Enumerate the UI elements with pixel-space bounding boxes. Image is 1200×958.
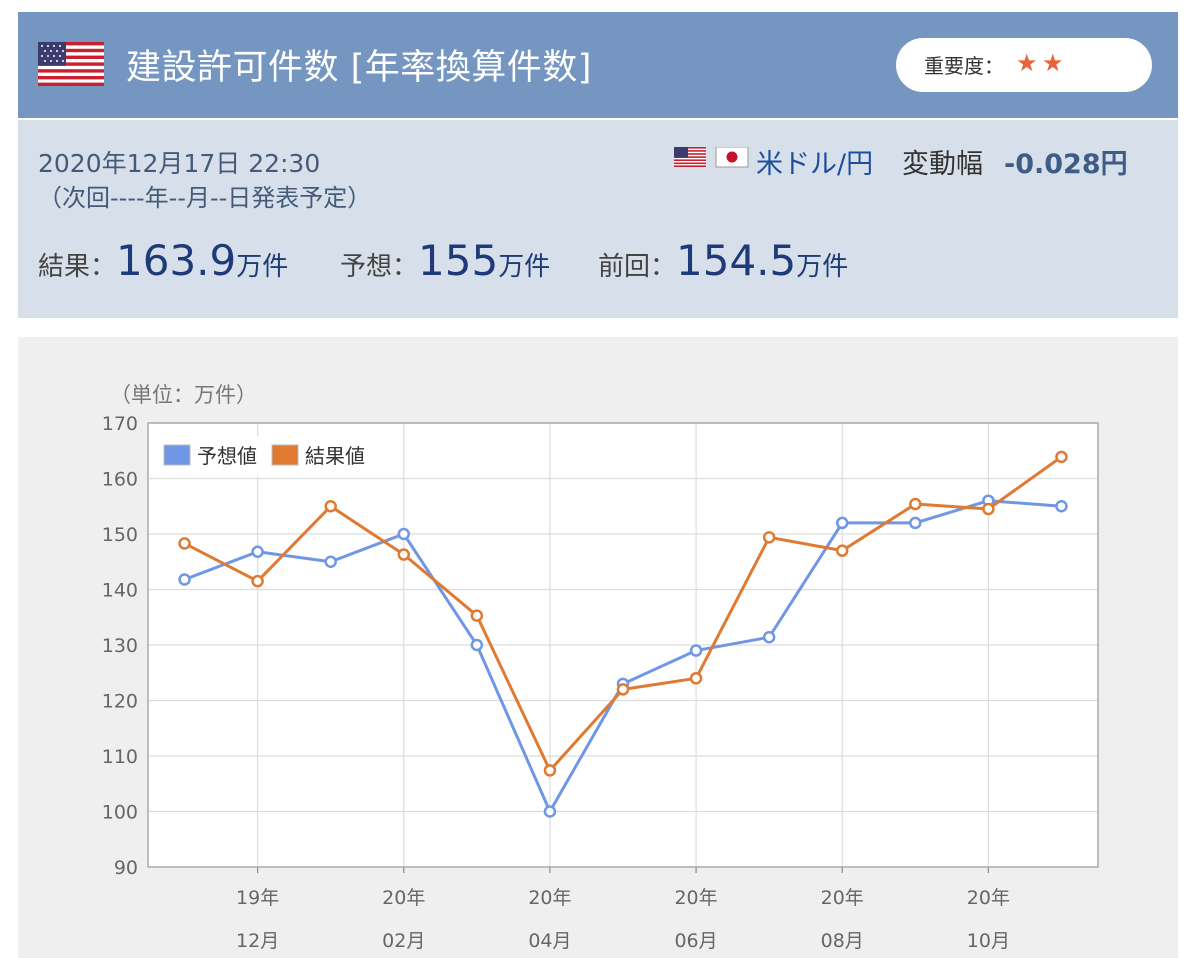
release-datetime: 2020年12月17日 22:30 <box>38 149 321 178</box>
data-point-forecast <box>543 805 557 818</box>
legend-swatch <box>271 444 299 466</box>
x-tick-year-label: 20年 <box>967 887 1010 909</box>
data-point-result <box>397 548 411 561</box>
next-release: （次回----年--月--日発表予定） <box>38 184 372 212</box>
x-tick-month-label: 10月 <box>967 930 1010 952</box>
x-tick-year-label: 20年 <box>528 887 571 909</box>
range-label: 変動幅 <box>902 149 983 180</box>
previous-value: 154.5 <box>676 236 797 285</box>
x-tick-year-label: 20年 <box>674 887 717 909</box>
chart-panel: （単位：万件） 90 100 110 120 130 140 150 160 170 19年 12月… <box>18 337 1178 958</box>
forecast-unit: 万件 <box>498 252 551 282</box>
line-chart: 90 100 110 120 130 140 150 160 170 19年 12月 20年 02月 20… <box>102 413 1099 952</box>
y-tick-label: 160 <box>102 469 138 491</box>
data-point-result <box>762 531 776 544</box>
y-tick-label: 100 <box>102 802 138 824</box>
data-point-forecast <box>762 630 776 644</box>
x-tick-year-label: 19年 <box>236 887 279 909</box>
result-label: 結果： <box>38 252 117 282</box>
star-icon: ★ <box>1042 49 1064 77</box>
x-tick-month-label: 04月 <box>528 930 571 952</box>
data-point-result <box>1055 450 1068 464</box>
us-flag-icon <box>674 147 706 167</box>
forecast-label: 予想： <box>340 252 419 282</box>
previous-label: 前回： <box>598 252 677 282</box>
legend-label: 結果値 <box>305 444 365 468</box>
data-point-forecast <box>909 516 922 530</box>
data-point-forecast <box>835 516 849 530</box>
range-value: -0.028円 <box>1004 149 1128 180</box>
data-point-result <box>251 574 264 588</box>
y-tick-label: 90 <box>114 857 138 879</box>
result-unit: 万件 <box>236 252 289 282</box>
x-tick-year-label: 20年 <box>821 887 864 909</box>
y-tick-label: 120 <box>102 691 138 713</box>
data-point-result <box>470 609 484 622</box>
indicator-header: 建設許可件数 [年率換算件数] 重要度： ★ ★ <box>18 12 1178 118</box>
release-info-panel: 2020年12月17日 22:30 （次回----年--月--日発表予定） 米ド… <box>18 120 1178 318</box>
data-point-result <box>982 502 995 516</box>
data-point-result <box>909 497 922 511</box>
result-stat: 結果：163.9万件 <box>38 236 288 285</box>
legend-label: 予想値 <box>197 444 257 468</box>
x-tick-month-label: 08月 <box>821 930 864 952</box>
x-tick-month-label: 02月 <box>382 930 425 952</box>
data-point-forecast <box>470 638 484 652</box>
y-tick-label: 140 <box>102 580 138 602</box>
x-tick-month-label: 06月 <box>674 930 717 952</box>
star-icon: ★ <box>1016 49 1038 77</box>
data-point-result <box>689 672 703 685</box>
data-point-result <box>178 537 191 550</box>
forecast-stat: 予想：155万件 <box>340 236 550 285</box>
data-point-result <box>324 500 337 513</box>
data-point-forecast <box>251 545 264 559</box>
previous-stat: 前回：154.5万件 <box>598 236 848 285</box>
data-point-result <box>616 683 630 696</box>
indicator-title: 建設許可件数 [年率換算件数] <box>126 48 592 88</box>
currency-pair-flags <box>674 147 749 168</box>
data-point-result <box>543 764 557 777</box>
forecast-value: 155 <box>418 236 499 285</box>
y-tick-label: 130 <box>102 635 138 657</box>
result-value: 163.9 <box>116 236 237 285</box>
us-flag-icon <box>38 42 104 86</box>
data-point-forecast <box>397 527 411 541</box>
data-point-forecast <box>324 555 337 568</box>
previous-unit: 万件 <box>796 252 849 282</box>
importance-label: 重要度： <box>924 54 1004 78</box>
x-tick-year-label: 20年 <box>382 887 425 909</box>
y-tick-label: 110 <box>102 746 138 768</box>
data-point-forecast <box>689 644 703 657</box>
x-tick-month-label: 12月 <box>236 930 279 952</box>
jp-flag-icon <box>715 147 749 168</box>
importance-badge: 重要度： ★ ★ <box>896 38 1152 92</box>
y-tick-label: 170 <box>102 413 138 435</box>
data-point-forecast <box>1055 500 1068 513</box>
currency-pair-link[interactable]: 米ドル/円 <box>756 142 873 181</box>
legend-swatch <box>163 444 191 466</box>
data-point-result <box>835 544 849 557</box>
data-point-forecast <box>178 573 191 586</box>
y-tick-label: 150 <box>102 524 138 546</box>
